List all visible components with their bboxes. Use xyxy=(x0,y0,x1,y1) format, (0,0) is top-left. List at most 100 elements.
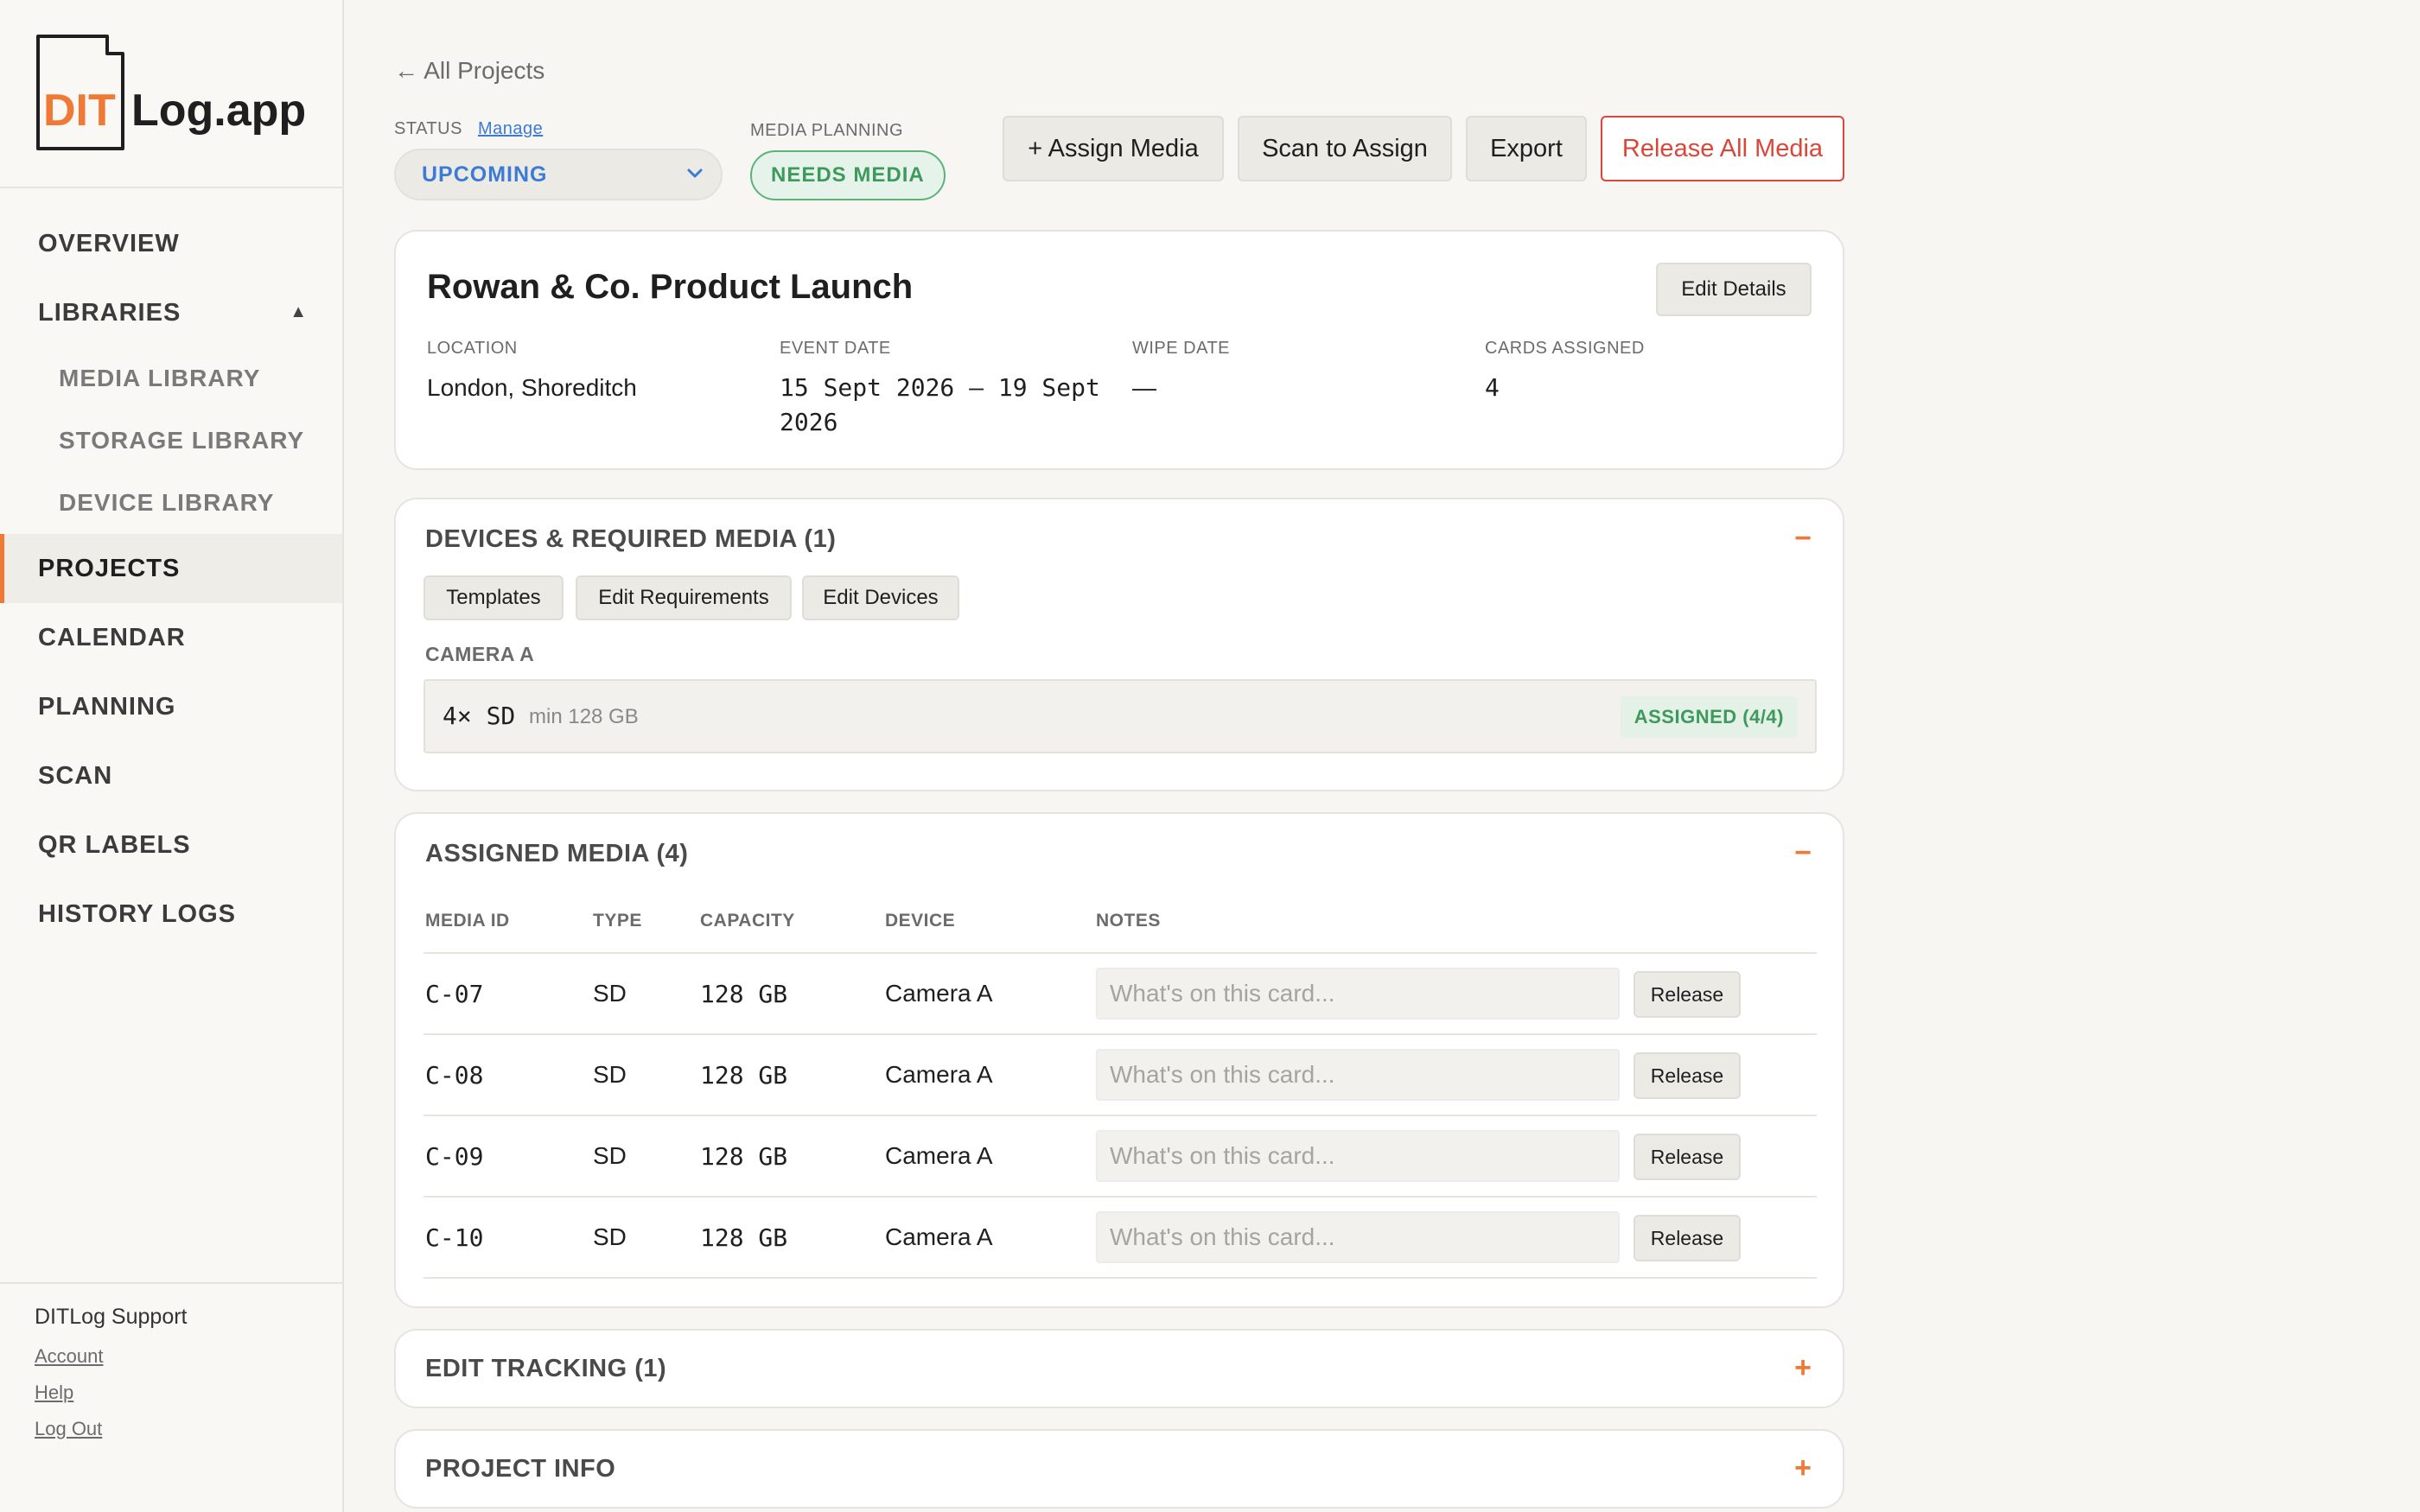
table-row: C-07 SD 128 GB Camera A Release xyxy=(424,954,1817,1035)
table-row: C-08 SD 128 GB Camera A Release xyxy=(424,1035,1817,1116)
logout-link[interactable]: Log Out xyxy=(35,1418,188,1440)
media-planning-label: MEDIA PLANNING xyxy=(750,121,904,140)
event-date-label: EVENT DATE xyxy=(780,339,891,358)
device-cell: Camera A xyxy=(885,1223,993,1250)
table-row: C-09 SD 128 GB Camera A Release xyxy=(424,1116,1817,1198)
manage-status-link[interactable]: Manage xyxy=(478,119,543,138)
column-header-capacity: CAPACITY xyxy=(700,911,795,931)
project-info-section[interactable]: PROJECT INFO + xyxy=(394,1429,1844,1509)
edit-devices-button[interactable]: Edit Devices xyxy=(802,575,959,620)
status-select-value: UPCOMING xyxy=(422,162,548,187)
app-logo[interactable]: DIT Log.app xyxy=(35,33,320,154)
notes-input[interactable] xyxy=(1096,968,1620,1020)
wipe-date-label: WIPE DATE xyxy=(1132,339,1231,358)
expand-project-info-toggle[interactable]: + xyxy=(1794,1453,1812,1483)
device-cell: Camera A xyxy=(885,1061,993,1088)
sidebar-item-media-library[interactable]: MEDIA LIBRARY xyxy=(0,347,342,410)
scan-to-assign-button[interactable]: Scan to Assign xyxy=(1238,116,1452,181)
release-button[interactable]: Release xyxy=(1634,971,1741,1018)
requirement-min-capacity: min 128 GB xyxy=(529,705,639,728)
location-value: London, Shoreditch xyxy=(427,374,637,401)
sidebar-footer-divider xyxy=(0,1282,342,1284)
notes-input[interactable] xyxy=(1096,1211,1620,1263)
table-row: C-10 SD 128 GB Camera A Release xyxy=(424,1198,1817,1279)
notes-input[interactable] xyxy=(1096,1049,1620,1101)
edit-requirements-button[interactable]: Edit Requirements xyxy=(576,575,792,620)
status-label: STATUS Manage xyxy=(394,119,543,139)
device-cell: Camera A xyxy=(885,980,993,1007)
sidebar-item-label: CALENDAR xyxy=(38,623,186,651)
status-label-text: STATUS xyxy=(394,119,462,138)
expand-edit-tracking-toggle[interactable]: + xyxy=(1794,1353,1812,1382)
sidebar-item-label: HISTORY LOGS xyxy=(38,899,237,928)
cards-assigned-value: 4 xyxy=(1485,373,1500,402)
sidebar-item-overview[interactable]: OVERVIEW xyxy=(0,209,342,278)
devices-section-title: DEVICES & REQUIRED MEDIA (1) xyxy=(425,525,837,553)
location-label: LOCATION xyxy=(427,339,518,358)
camera-a-label: CAMERA A xyxy=(425,643,535,665)
type-cell: SD xyxy=(593,1223,627,1250)
sidebar-footer: DITLog Support Account Help Log Out xyxy=(35,1305,188,1454)
assigned-media-title: ASSIGNED MEDIA (4) xyxy=(425,840,689,867)
project-title: Rowan & Co. Product Launch xyxy=(427,268,914,306)
media-id-cell: C-07 xyxy=(425,980,484,1008)
location-field: LOCATION London, Shoreditch xyxy=(427,339,773,405)
sidebar-item-history-logs[interactable]: HISTORY LOGS xyxy=(0,880,342,949)
back-to-projects-link[interactable]: ← All Projects xyxy=(394,57,544,85)
edit-details-button[interactable]: Edit Details xyxy=(1656,263,1812,316)
templates-button[interactable]: Templates xyxy=(424,575,564,620)
type-cell: SD xyxy=(593,1142,627,1169)
type-cell: SD xyxy=(593,980,627,1007)
sidebar-item-storage-library[interactable]: STORAGE LIBRARY xyxy=(0,410,342,472)
sidebar-item-label: PLANNING xyxy=(38,692,176,721)
edit-tracking-section[interactable]: EDIT TRACKING (1) + xyxy=(394,1329,1844,1408)
sidebar-item-label: DEVICE LIBRARY xyxy=(59,489,275,516)
sidebar-item-planning[interactable]: PLANNING xyxy=(0,672,342,741)
sidebar-item-projects[interactable]: PROJECTS xyxy=(0,534,342,603)
account-link[interactable]: Account xyxy=(35,1345,188,1368)
sidebar-divider xyxy=(0,187,342,188)
sidebar-item-calendar[interactable]: CALENDAR xyxy=(0,603,342,672)
chevron-down-icon xyxy=(687,168,703,178)
wipe-date-value: — xyxy=(1132,374,1156,401)
column-header-type: TYPE xyxy=(593,911,642,931)
status-select[interactable]: UPCOMING xyxy=(394,149,723,200)
sidebar-item-device-library[interactable]: DEVICE LIBRARY xyxy=(0,472,342,534)
sidebar-item-libraries[interactable]: LIBRARIES ▲ xyxy=(0,278,342,347)
sidebar-item-label: STORAGE LIBRARY xyxy=(59,427,305,454)
assigned-media-section: ASSIGNED MEDIA (4) − MEDIA ID TYPE CAPAC… xyxy=(394,812,1844,1308)
sidebar-item-label: QR LABELS xyxy=(38,830,191,859)
project-details-card: Rowan & Co. Product Launch Edit Details … xyxy=(394,230,1844,470)
release-button[interactable]: Release xyxy=(1634,1052,1741,1099)
sidebar-item-scan[interactable]: SCAN xyxy=(0,741,342,810)
device-cell: Camera A xyxy=(885,1142,993,1169)
capacity-cell: 128 GB xyxy=(700,980,788,1008)
collapse-devices-toggle[interactable]: − xyxy=(1794,524,1812,553)
help-link[interactable]: Help xyxy=(35,1382,188,1404)
release-button[interactable]: Release xyxy=(1634,1134,1741,1180)
sidebar-item-label: PROJECTS xyxy=(38,554,181,582)
notes-input[interactable] xyxy=(1096,1130,1620,1182)
collapse-assigned-toggle[interactable]: − xyxy=(1794,838,1812,867)
media-id-cell: C-08 xyxy=(425,1061,484,1090)
assign-media-button[interactable]: + Assign Media xyxy=(1003,116,1224,181)
media-id-cell: C-09 xyxy=(425,1142,484,1171)
release-button[interactable]: Release xyxy=(1634,1215,1741,1261)
media-planning-badge: NEEDS MEDIA xyxy=(750,150,946,200)
sidebar-nav: OVERVIEW LIBRARIES ▲ MEDIA LIBRARY STORAG… xyxy=(0,209,342,949)
release-all-media-button[interactable]: Release All Media xyxy=(1601,116,1844,181)
type-cell: SD xyxy=(593,1061,627,1088)
media-id-cell: C-10 xyxy=(425,1223,484,1252)
event-date-value: 15 Sept 2026 – 19 Sept 2026 xyxy=(780,373,1100,436)
event-date-field: EVENT DATE 15 Sept 2026 – 19 Sept 2026 xyxy=(780,339,1125,440)
sidebar-item-label: OVERVIEW xyxy=(38,229,180,257)
capacity-cell: 128 GB xyxy=(700,1142,788,1171)
logo-rest-text: Log.app xyxy=(131,86,307,136)
caret-up-icon: ▲ xyxy=(290,302,308,321)
sidebar-item-label: MEDIA LIBRARY xyxy=(59,365,261,391)
sidebar-item-qr-labels[interactable]: QR LABELS xyxy=(0,810,342,880)
export-button[interactable]: Export xyxy=(1466,116,1587,181)
capacity-cell: 128 GB xyxy=(700,1223,788,1252)
cards-assigned-field: CARDS ASSIGNED 4 xyxy=(1485,339,1831,405)
sidebar: DIT Log.app OVERVIEW LIBRARIES ▲ MEDIA LI… xyxy=(0,0,344,1512)
